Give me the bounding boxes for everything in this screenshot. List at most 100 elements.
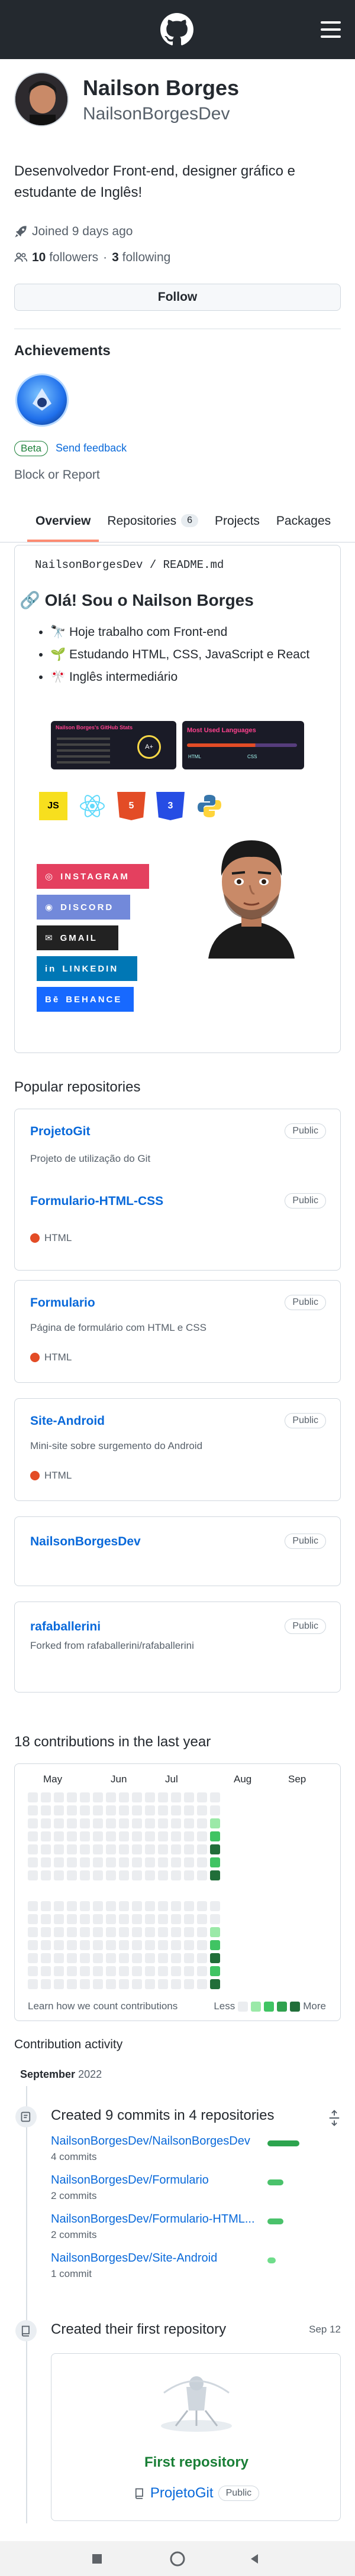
contribution-day[interactable]: [132, 1818, 142, 1828]
contribution-day[interactable]: [158, 1870, 168, 1880]
contribution-day[interactable]: [119, 1966, 129, 1976]
contribution-day[interactable]: [106, 1953, 116, 1963]
contribution-day[interactable]: [41, 1805, 51, 1815]
contribution-day[interactable]: [210, 1870, 220, 1880]
repo-link[interactable]: NailsonBorgesDev: [30, 1535, 141, 1549]
contribution-day[interactable]: [67, 1831, 77, 1841]
contribution-day[interactable]: [54, 1914, 64, 1924]
contribution-day[interactable]: [54, 1857, 64, 1867]
linkedin-badge[interactable]: in LINKEDIN: [37, 956, 137, 981]
contribution-day[interactable]: [197, 1818, 207, 1828]
contribution-day[interactable]: [28, 1966, 38, 1976]
contribution-day[interactable]: [106, 1870, 116, 1880]
contribution-day[interactable]: [106, 1927, 116, 1937]
contribution-day[interactable]: [210, 1914, 220, 1924]
contribution-day[interactable]: [80, 1953, 90, 1963]
contribution-day[interactable]: [145, 1914, 155, 1924]
contribution-day[interactable]: [28, 1940, 38, 1950]
contribution-day[interactable]: [93, 1927, 103, 1937]
tab-repositories[interactable]: Repositories 6: [99, 501, 206, 542]
contribution-day[interactable]: [119, 1805, 129, 1815]
contribution-day[interactable]: [145, 1953, 155, 1963]
contribution-day[interactable]: [158, 1914, 168, 1924]
contribution-day[interactable]: [41, 1979, 51, 1989]
contribution-day[interactable]: [119, 1901, 129, 1911]
contribution-day[interactable]: [67, 1953, 77, 1963]
send-feedback-link[interactable]: Send feedback: [56, 442, 127, 454]
contribution-day[interactable]: [197, 1927, 207, 1937]
contribution-day[interactable]: [197, 1857, 207, 1867]
contribution-day[interactable]: [171, 1927, 181, 1937]
contribution-day[interactable]: [54, 1831, 64, 1841]
achievement-badge-icon[interactable]: [15, 373, 69, 427]
contribution-day[interactable]: [28, 1857, 38, 1867]
contribution-day[interactable]: [54, 1979, 64, 1989]
contribution-day[interactable]: [210, 1901, 220, 1911]
activity-repo-link[interactable]: NailsonBorgesDev/Formulario-HTML...: [51, 2213, 255, 2226]
contribution-day[interactable]: [80, 1818, 90, 1828]
contribution-day[interactable]: [106, 1805, 116, 1815]
contribution-day[interactable]: [171, 1818, 181, 1828]
tab-packages[interactable]: Packages: [268, 501, 339, 542]
contribution-day[interactable]: [54, 1966, 64, 1976]
contribution-day[interactable]: [119, 1927, 129, 1937]
contribution-day[interactable]: [171, 1805, 181, 1815]
contribution-day[interactable]: [80, 1831, 90, 1841]
contribution-day[interactable]: [210, 1927, 220, 1937]
contribution-day[interactable]: [67, 1805, 77, 1815]
contribution-day[interactable]: [184, 1914, 194, 1924]
discord-badge[interactable]: ◉ DISCORD: [37, 895, 130, 920]
contribution-day[interactable]: [145, 1966, 155, 1976]
repo-link[interactable]: Site-Android: [30, 1414, 105, 1428]
contribution-day[interactable]: [184, 1870, 194, 1880]
contribution-day[interactable]: [184, 1940, 194, 1950]
contribution-day[interactable]: [80, 1857, 90, 1867]
avatar[interactable]: [14, 72, 69, 126]
gmail-badge[interactable]: ✉ GMAIL: [37, 925, 118, 950]
contribution-day[interactable]: [145, 1979, 155, 1989]
contribution-day[interactable]: [184, 1979, 194, 1989]
contribution-day[interactable]: [145, 1831, 155, 1841]
repo-link[interactable]: rafaballerini: [30, 1620, 101, 1634]
instagram-badge[interactable]: ◎ INSTAGRAM: [37, 864, 149, 889]
contribution-day[interactable]: [158, 1831, 168, 1841]
contribution-day[interactable]: [28, 1792, 38, 1802]
contribution-day[interactable]: [171, 1914, 181, 1924]
contribution-day[interactable]: [184, 1792, 194, 1802]
contribution-day[interactable]: [171, 1901, 181, 1911]
contribution-day[interactable]: [158, 1966, 168, 1976]
followers-link[interactable]: 10 followers: [32, 251, 98, 265]
contribution-day[interactable]: [67, 1844, 77, 1854]
following-link[interactable]: 3 following: [112, 251, 170, 265]
contribution-day[interactable]: [54, 1792, 64, 1802]
contribution-day[interactable]: [197, 1901, 207, 1911]
contribution-day[interactable]: [197, 1979, 207, 1989]
contribution-day[interactable]: [119, 1792, 129, 1802]
contribution-day[interactable]: [93, 1953, 103, 1963]
contribution-day[interactable]: [41, 1953, 51, 1963]
follow-button[interactable]: Follow: [14, 284, 341, 311]
contribution-day[interactable]: [132, 1844, 142, 1854]
contribution-day[interactable]: [67, 1979, 77, 1989]
contribution-day[interactable]: [67, 1857, 77, 1867]
menu-icon[interactable]: [321, 21, 341, 38]
contribution-day[interactable]: [80, 1927, 90, 1937]
contribution-day[interactable]: [132, 1927, 142, 1937]
contribution-day[interactable]: [80, 1805, 90, 1815]
contribution-day[interactable]: [67, 1901, 77, 1911]
contribution-day[interactable]: [80, 1870, 90, 1880]
activity-repo-link[interactable]: NailsonBorgesDev/Formulario: [51, 2174, 209, 2187]
contribution-day[interactable]: [80, 1901, 90, 1911]
contribution-day[interactable]: [158, 1979, 168, 1989]
contribution-day[interactable]: [210, 1844, 220, 1854]
contribution-day[interactable]: [106, 1831, 116, 1841]
contribution-day[interactable]: [41, 1901, 51, 1911]
contribution-day[interactable]: [197, 1805, 207, 1815]
contribution-day[interactable]: [54, 1953, 64, 1963]
contribution-day[interactable]: [41, 1927, 51, 1937]
contribution-day[interactable]: [80, 1914, 90, 1924]
contribution-day[interactable]: [93, 1818, 103, 1828]
contribution-day[interactable]: [106, 1901, 116, 1911]
contribution-day[interactable]: [41, 1818, 51, 1828]
contribution-day[interactable]: [171, 1792, 181, 1802]
